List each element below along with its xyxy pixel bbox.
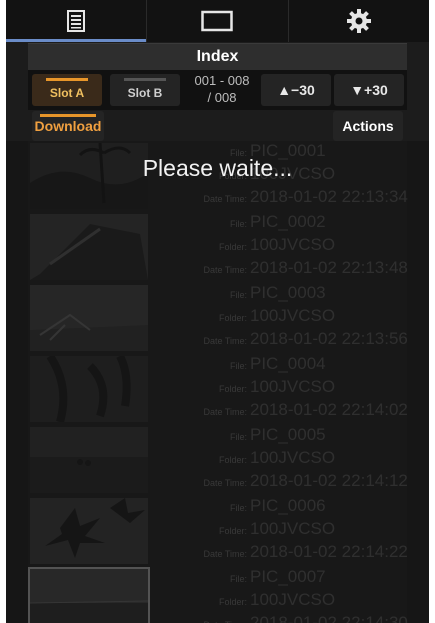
download-indicator: [40, 114, 96, 117]
slot-a-button[interactable]: Slot A: [32, 74, 102, 106]
clip-counter: 001 - 008 / 008: [190, 72, 254, 106]
actions-button[interactable]: Actions: [333, 111, 403, 141]
tab-index[interactable]: [6, 0, 148, 42]
slot-b-indicator: [124, 78, 166, 81]
slot-b-label: Slot B: [127, 86, 163, 100]
slot-a-indicator: [46, 78, 88, 81]
tab-settings[interactable]: [289, 0, 429, 42]
clip-total: / 008: [207, 90, 237, 105]
loading-overlay: [6, 141, 429, 623]
slot-b-button[interactable]: Slot B: [110, 74, 180, 106]
slot-controls: Slot A Slot B 001 - 008 / 008 ▲−30 ▼+30: [28, 70, 407, 110]
download-label: Download: [34, 118, 102, 134]
clip-range: 001 - 008: [194, 73, 250, 88]
loading-message: Please waite...: [142, 155, 293, 181]
prev-page-button[interactable]: ▲−30: [261, 74, 331, 106]
monitor-icon: [201, 10, 234, 32]
app-frame: Index Slot A Slot B 001 - 008 / 008 ▲−30…: [6, 0, 429, 623]
download-button[interactable]: Download: [32, 111, 104, 141]
page-title: Index: [28, 43, 407, 70]
next-page-button[interactable]: ▼+30: [334, 74, 404, 106]
gear-icon: [346, 9, 371, 33]
slot-a-label: Slot A: [49, 86, 85, 100]
list-icon: [67, 10, 86, 32]
tab-monitor[interactable]: [147, 0, 289, 42]
top-tab-bar: [6, 0, 429, 42]
